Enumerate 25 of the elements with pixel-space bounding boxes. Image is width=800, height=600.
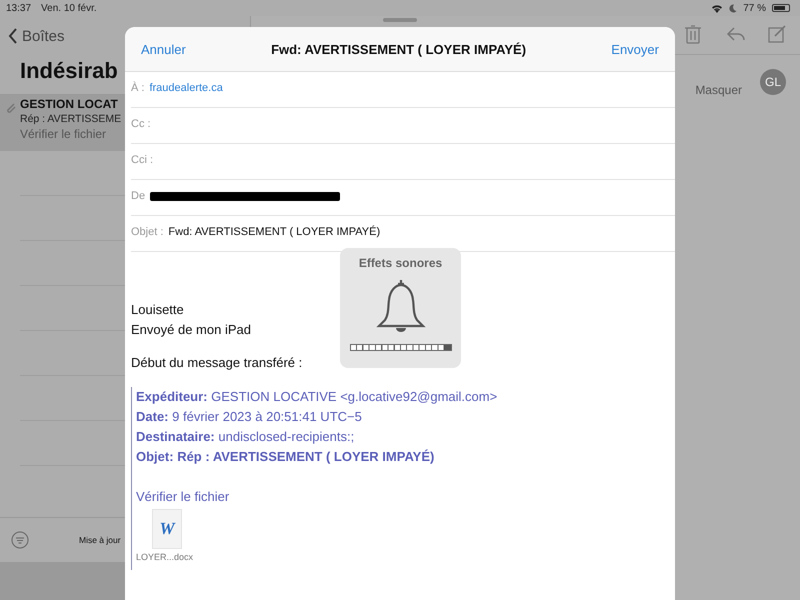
field-label: À :: [131, 82, 144, 94]
status-date: Ven. 10 févr.: [41, 2, 97, 14]
compose-title: Fwd: AVERTISSEMENT ( LOYER IMPAYÉ): [271, 42, 526, 56]
field-label: Cci :: [131, 154, 153, 166]
message-sender: GESTION LOCAT: [20, 97, 119, 111]
attachment-name: LOYER...docx: [136, 552, 194, 562]
quoted-text: Vérifier le fichier: [136, 488, 230, 506]
header-line: Expéditeur: GESTION LOCATIVE <g.locative92@gmail.com>: [136, 388, 498, 406]
update-status: Mise à jour: [79, 535, 121, 545]
hud-title: Effets sonores: [358, 256, 442, 270]
body-text: Louisette: [131, 301, 185, 319]
field-label: De: [131, 190, 146, 202]
header-line: Objet: Rép : AVERTISSEMENT ( LOYER IMPAYÉ): [136, 448, 436, 466]
body-text: Envoyé de mon iPad: [131, 321, 252, 339]
field-label: Objet :: [131, 226, 164, 238]
field-label: Cc :: [131, 118, 151, 130]
avatar: GL: [760, 69, 786, 95]
status-time: 13:37: [6, 2, 32, 14]
message-subject: Rép : AVERTISSEME: [20, 113, 122, 125]
forward-intro: Début du message transféré :: [131, 354, 304, 372]
mailbox-title: Indésirab: [20, 58, 118, 84]
battery-percent: 77 %: [743, 2, 766, 14]
header-line: Destinataire: undisclosed-recipients:;: [136, 428, 356, 446]
header-line: Date: 9 février 2023 à 20:51:41 UTC−5: [136, 408, 363, 426]
message-preview: Vérifier le fichier: [20, 127, 108, 141]
